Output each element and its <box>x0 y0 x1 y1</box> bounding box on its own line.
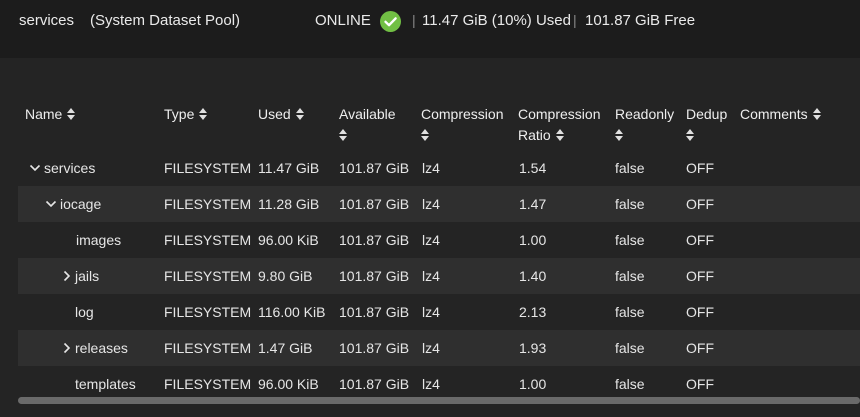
table-row[interactable]: log FILESYSTEM 116.00 KiB 101.87 GiB lz4… <box>18 294 860 330</box>
column-header-type[interactable]: Type <box>164 104 208 125</box>
dataset-type: FILESYSTEM <box>164 160 252 176</box>
dataset-readonly: false <box>615 160 645 176</box>
dataset-name: log <box>75 304 94 320</box>
dataset-name: jails <box>75 268 100 284</box>
horizontal-scrollbar[interactable] <box>18 397 860 404</box>
sort-icon <box>199 108 208 120</box>
dataset-compression: lz4 <box>422 304 440 320</box>
dataset-compression-ratio: 1.93 <box>519 340 547 356</box>
sort-icon <box>615 129 624 141</box>
table-row[interactable]: jails FILESYSTEM 9.80 GiB 101.87 GiB lz4… <box>18 258 860 294</box>
dataset-name: images <box>76 232 122 248</box>
dataset-dedup: OFF <box>686 268 714 284</box>
dataset-used: 9.80 GiB <box>258 268 313 284</box>
dataset-type: FILESYSTEM <box>164 232 252 248</box>
dataset-readonly: false <box>615 196 645 212</box>
dataset-type: FILESYSTEM <box>164 268 252 284</box>
dataset-compression: lz4 <box>422 160 440 176</box>
dataset-dedup: OFF <box>686 340 714 356</box>
dataset-used: 11.28 GiB <box>258 196 320 212</box>
dataset-dedup: OFF <box>686 232 714 248</box>
dataset-compression-ratio: 2.13 <box>519 304 547 320</box>
column-header-compression-ratio[interactable]: Compression Ratio <box>518 104 600 146</box>
dataset-type: FILESYSTEM <box>164 196 252 212</box>
chevron-right-icon[interactable] <box>61 330 73 366</box>
dataset-name: releases <box>75 340 128 356</box>
dataset-compression: lz4 <box>422 232 440 248</box>
sort-icon <box>812 108 822 120</box>
dataset-type: FILESYSTEM <box>164 304 252 320</box>
column-header-readonly[interactable]: Readonly <box>615 104 674 146</box>
dataset-readonly: false <box>615 232 645 248</box>
column-header-name[interactable]: Name <box>25 104 76 125</box>
column-header-used[interactable]: Used <box>258 104 305 125</box>
column-header-compression[interactable]: Compression <box>421 104 503 146</box>
dataset-dedup: OFF <box>686 160 714 176</box>
used-summary: 11.47 GiB (10%) Used <box>422 12 571 29</box>
dataset-available: 101.87 GiB <box>339 268 410 284</box>
sort-icon <box>295 108 305 120</box>
dataset-compression: lz4 <box>422 268 440 284</box>
dataset-available: 101.87 GiB <box>339 232 410 248</box>
dataset-available: 101.87 GiB <box>339 160 410 176</box>
table-row[interactable]: iocage FILESYSTEM 11.28 GiB 101.87 GiB l… <box>18 186 860 222</box>
dataset-name: services <box>44 160 96 176</box>
pool-status: ONLINE <box>315 12 371 29</box>
table-row[interactable]: images FILESYSTEM 96.00 KiB 101.87 GiB l… <box>18 222 860 258</box>
dataset-used: 116.00 KiB <box>258 304 326 320</box>
dataset-dedup: OFF <box>686 196 714 212</box>
pool-header: services (System Dataset Pool) ONLINE | … <box>0 0 860 58</box>
dataset-readonly: false <box>615 304 645 320</box>
pool-description: (System Dataset Pool) <box>90 12 241 29</box>
free-summary: 101.87 GiB Free <box>585 12 696 29</box>
table-row[interactable]: services FILESYSTEM 11.47 GiB 101.87 GiB… <box>18 150 860 186</box>
pool-name: services <box>19 12 75 29</box>
separator: | <box>573 12 577 28</box>
dataset-compression-ratio: 1.00 <box>519 232 547 248</box>
scrollbar-thumb[interactable] <box>18 397 860 404</box>
separator: | <box>412 12 416 28</box>
sort-icon <box>686 129 695 141</box>
dataset-available: 101.87 GiB <box>339 196 410 212</box>
sort-icon <box>555 129 565 141</box>
dataset-compression: lz4 <box>422 340 440 356</box>
dataset-type: FILESYSTEM <box>164 340 252 356</box>
column-header-available[interactable]: Available <box>339 104 396 146</box>
sort-icon <box>339 129 348 141</box>
dataset-readonly: false <box>615 268 645 284</box>
dataset-name: iocage <box>60 196 102 212</box>
check-circle-icon <box>380 11 401 32</box>
chevron-right-icon[interactable] <box>61 258 73 294</box>
column-header-dedup[interactable]: Dedup <box>686 104 727 146</box>
dataset-readonly: false <box>615 340 645 356</box>
sort-icon <box>421 129 430 141</box>
dataset-compression-ratio: 1.54 <box>519 160 547 176</box>
dataset-dedup: OFF <box>686 304 714 320</box>
dataset-available: 101.87 GiB <box>339 304 410 320</box>
chevron-down-icon[interactable] <box>45 186 57 222</box>
column-header-comments[interactable]: Comments <box>740 104 822 125</box>
dataset-compression-ratio: 1.47 <box>519 196 547 212</box>
dataset-compression-ratio: 1.40 <box>519 268 547 284</box>
dataset-used: 1.47 GiB <box>258 340 313 356</box>
sort-icon <box>67 108 76 120</box>
dataset-available: 101.87 GiB <box>339 340 410 356</box>
dataset-used: 96.00 KiB <box>258 232 319 248</box>
dataset-compression: lz4 <box>422 196 440 212</box>
table-row[interactable]: releases FILESYSTEM 1.47 GiB 101.87 GiB … <box>18 330 860 366</box>
dataset-used: 11.47 GiB <box>258 160 320 176</box>
chevron-down-icon[interactable] <box>29 150 41 186</box>
